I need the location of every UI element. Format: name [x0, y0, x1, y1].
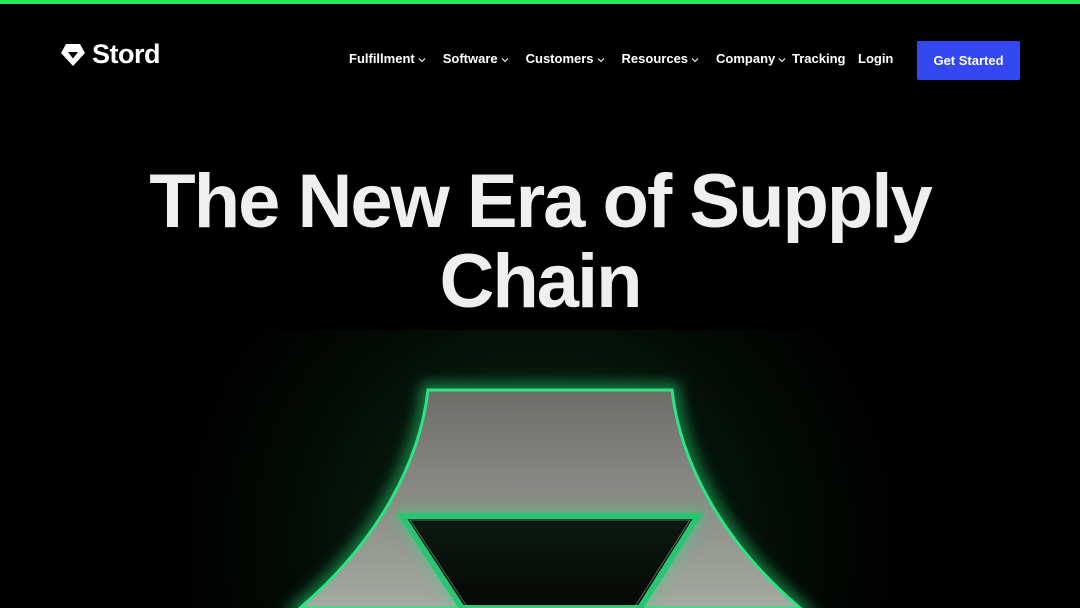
nav-item-label: Customers — [525, 51, 594, 66]
hero-logo-graphic — [0, 330, 1080, 608]
nav-item-resources[interactable]: Resources — [622, 51, 699, 66]
chevron-down-icon — [418, 51, 426, 66]
nav-item-label: Software — [442, 51, 498, 66]
stord-logo-icon — [60, 43, 86, 67]
login-link[interactable]: Login — [858, 51, 893, 66]
chevron-down-icon — [778, 51, 786, 66]
chevron-down-icon — [501, 51, 509, 66]
main-nav: Fulfillment Software Customers Resources… — [349, 51, 803, 66]
nav-item-customers[interactable]: Customers — [526, 51, 605, 66]
nav-item-label: Company — [716, 51, 776, 66]
nav-item-label: Resources — [621, 51, 689, 66]
get-started-button[interactable]: Get Started — [917, 41, 1020, 80]
stord-logo[interactable]: Stord — [60, 39, 161, 69]
hero-title: The New Era of Supply Chain — [149, 159, 932, 324]
chevron-down-icon — [691, 51, 699, 66]
nav-item-fulfillment[interactable]: Fulfillment — [349, 51, 426, 66]
chevron-down-icon — [597, 51, 605, 66]
nav-item-company[interactable]: Company — [716, 51, 786, 66]
nav-item-label: Fulfillment — [349, 51, 415, 66]
tracking-link[interactable]: Tracking — [792, 51, 845, 66]
nav-item-software[interactable]: Software — [443, 51, 509, 66]
logo-wordmark: Stord — [92, 39, 161, 69]
site-header: Stord Fulfillment Software Customers Res… — [0, 4, 1080, 80]
